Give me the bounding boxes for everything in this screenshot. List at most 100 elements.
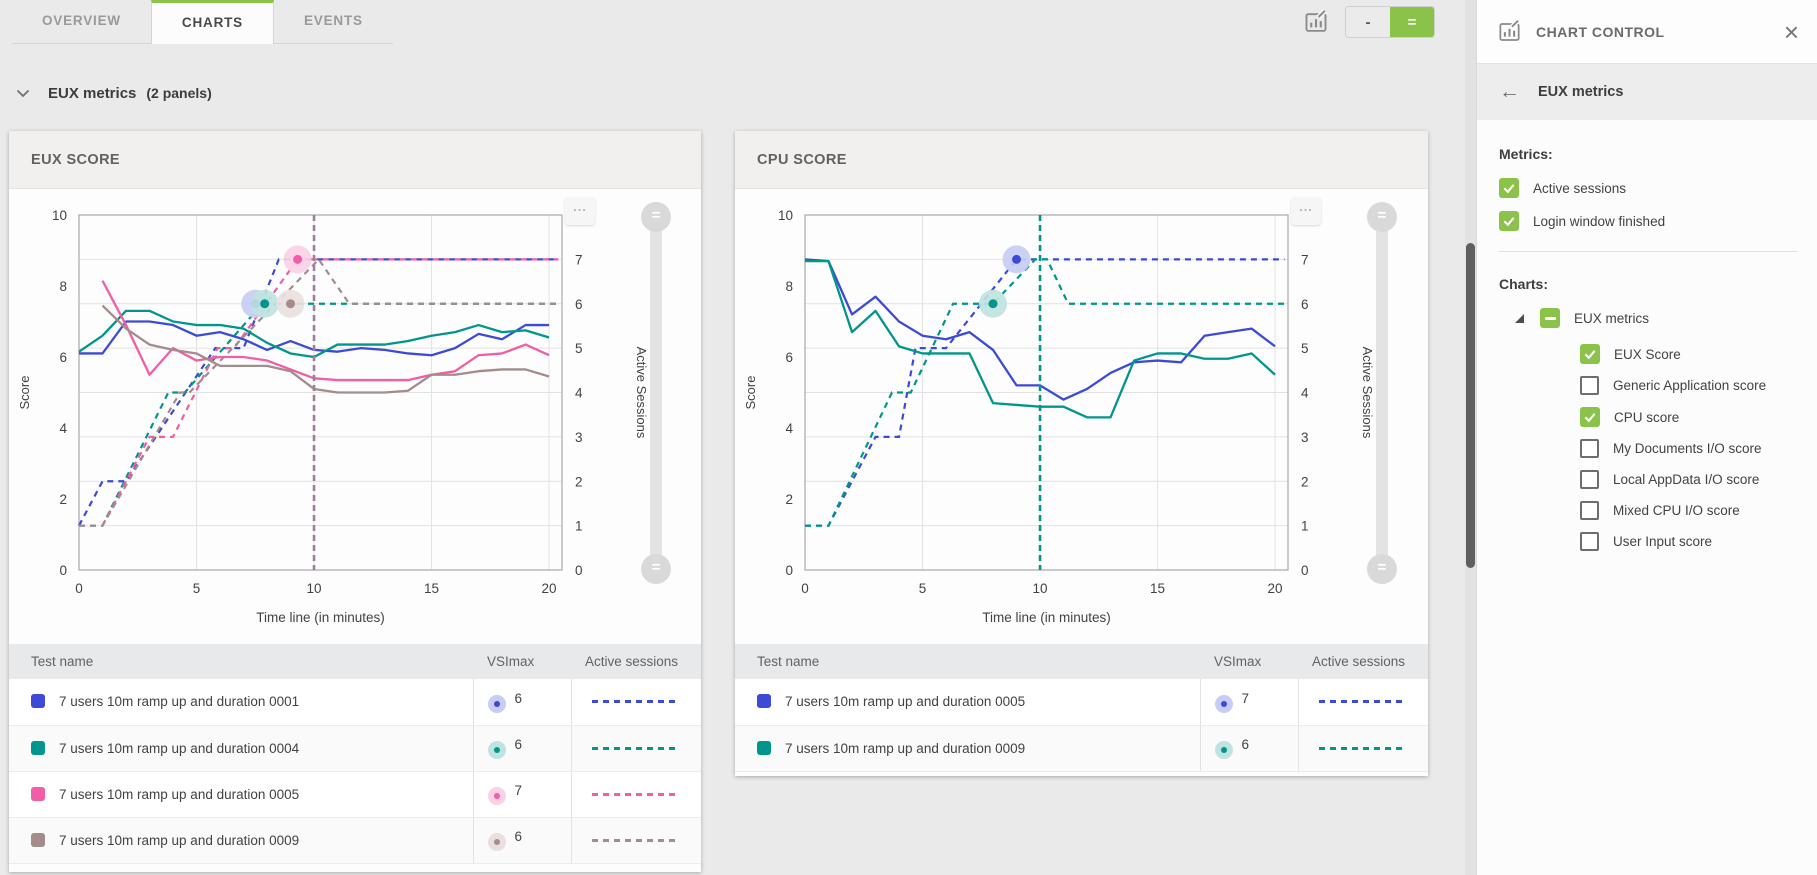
chart-mixed-cpu-i-o-score-checkbox[interactable] — [1580, 501, 1599, 520]
chart-my-documents-i-o-score[interactable]: My Documents I/O score — [1580, 439, 1797, 458]
chart-my-documents-i-o-score-checkbox[interactable] — [1580, 439, 1599, 458]
chart-more-button[interactable]: ... — [1291, 197, 1321, 225]
slider-handle-top[interactable]: = — [641, 202, 671, 232]
vsimax-value: 7 — [1242, 691, 1250, 706]
svg-text:6: 6 — [575, 297, 583, 312]
chart-cpu-score[interactable]: CPU score — [1580, 407, 1797, 427]
metric-login-window-finished-checkbox[interactable] — [1499, 211, 1519, 231]
chart-cpu-score-checkbox[interactable] — [1580, 407, 1600, 427]
scrollbar-thumb[interactable] — [1466, 243, 1475, 568]
metric-login-window-finished[interactable]: Login window finished — [1499, 211, 1797, 231]
metric-active-sessions-label: Active sessions — [1533, 181, 1626, 196]
chart-generic-application-score-checkbox[interactable] — [1580, 376, 1599, 395]
svg-text:4: 4 — [575, 386, 583, 401]
eux-metrics-checkbox[interactable] — [1540, 308, 1560, 328]
chart-more-button[interactable]: ... — [565, 197, 595, 225]
test-legend-table: Test name VSImax Active sessions 7 users… — [9, 644, 701, 864]
tab-overview[interactable]: OVERVIEW — [12, 0, 151, 44]
tab-events[interactable]: EVENTS — [274, 0, 393, 44]
test-row[interactable]: 7 users 10m ramp up and duration 00096 — [735, 725, 1428, 771]
collapse-section-button[interactable] — [16, 89, 30, 98]
test-row[interactable]: 7 users 10m ramp up and duration 0001 6 — [9, 679, 701, 725]
chart-cpu-score-label: CPU score — [1614, 410, 1679, 425]
tree-node-eux-metrics[interactable]: EUX metrics — [1515, 308, 1797, 328]
metric-active-sessions[interactable]: Active sessions — [1499, 178, 1797, 198]
test-row[interactable]: 7 users 10m ramp up and duration 00057 — [9, 771, 701, 817]
metrics-list: Active sessions Login window finished — [1499, 178, 1797, 231]
svg-text:5: 5 — [1301, 341, 1309, 356]
svg-text:7: 7 — [1301, 252, 1309, 267]
chart-local-appdata-i-o-score[interactable]: Local AppData I/O score — [1580, 470, 1797, 489]
chart-area: 051015200246810012345678ScoreActive Sess… — [735, 189, 1428, 644]
chart-panel-cpu-score: CPU SCORE 051015200246810012345678ScoreA… — [735, 131, 1428, 776]
chart-eux-score[interactable]: EUX Score — [1580, 344, 1797, 364]
test-name: 7 users 10m ramp up and duration 0004 — [59, 741, 299, 756]
svg-text:Time line (in minutes): Time line (in minutes) — [982, 610, 1111, 625]
chart-panel-header: CPU SCORE — [735, 131, 1428, 189]
slider-handle-top[interactable]: = — [1367, 202, 1397, 232]
series-color-chip — [31, 694, 45, 708]
chart-my-documents-i-o-score-label: My Documents I/O score — [1613, 441, 1762, 456]
tree-collapse-icon[interactable] — [1515, 314, 1524, 323]
svg-text:Score: Score — [743, 376, 758, 410]
svg-text:3: 3 — [1301, 430, 1309, 445]
chart-panel-eux-score: EUX SCORE 051015200246810012345678ScoreA… — [9, 131, 701, 872]
metric-login-window-finished-label: Login window finished — [1533, 214, 1665, 229]
test-legend-table: Test name VSImax Active sessions 7 users… — [735, 644, 1428, 772]
svg-text:0: 0 — [801, 581, 809, 596]
svg-text:8: 8 — [785, 279, 793, 294]
svg-text:5: 5 — [193, 581, 201, 596]
svg-text:3: 3 — [575, 430, 583, 445]
vsimax-value: 7 — [515, 783, 523, 798]
vsimax-value: 6 — [515, 737, 523, 752]
active-sessions-line-sample — [1319, 747, 1407, 750]
eux-score-chart: 051015200246810012345678ScoreActive Sess… — [9, 189, 669, 644]
chart-settings-button[interactable] — [1300, 7, 1332, 37]
col-vsimax: VSImax — [473, 644, 571, 679]
svg-text:2: 2 — [1301, 474, 1309, 489]
svg-text:Active Sessions: Active Sessions — [634, 347, 649, 439]
active-sessions-line-sample — [592, 700, 680, 703]
vsimax-value: 6 — [515, 691, 523, 706]
chart-local-appdata-i-o-score-checkbox[interactable] — [1580, 470, 1599, 489]
chart-user-input-score-checkbox[interactable] — [1580, 532, 1599, 551]
series-color-chip — [31, 833, 45, 847]
test-row[interactable]: 7 users 10m ramp up and duration 00057 — [735, 679, 1428, 725]
test-name: 7 users 10m ramp up and duration 0001 — [59, 694, 299, 709]
svg-text:10: 10 — [778, 208, 793, 223]
chart-generic-application-score[interactable]: Generic Application score — [1580, 376, 1797, 395]
svg-text:8: 8 — [59, 279, 67, 294]
slider-handle-bottom[interactable]: = — [1367, 554, 1397, 584]
test-row[interactable]: 7 users 10m ramp up and duration 00096 — [9, 817, 701, 863]
back-arrow-icon[interactable]: ← — [1499, 80, 1520, 104]
chart-eux-score-checkbox[interactable] — [1580, 344, 1600, 364]
svg-text:1: 1 — [1301, 519, 1309, 534]
table-header-row: Test name VSImax Active sessions — [735, 644, 1428, 679]
panel-title: CHART CONTROL — [1536, 24, 1784, 40]
chart-size-large-button[interactable]: = — [1390, 7, 1434, 37]
col-test-name: Test name — [735, 644, 1200, 679]
chart-user-input-score[interactable]: User Input score — [1580, 532, 1797, 551]
chart-panel-title: CPU SCORE — [757, 152, 847, 168]
active-sessions-line-sample — [592, 839, 680, 842]
section-title: EUX metrics — [48, 85, 136, 102]
slider-handle-bottom[interactable]: = — [641, 554, 671, 584]
chart-toolbar: - = — [1300, 7, 1434, 37]
svg-text:Score: Score — [17, 376, 32, 410]
chart-mixed-cpu-i-o-score[interactable]: Mixed CPU I/O score — [1580, 501, 1797, 520]
svg-text:4: 4 — [59, 421, 67, 436]
panel-body: Metrics: Active sessionsLogin window fin… — [1477, 120, 1817, 551]
svg-text:15: 15 — [1150, 581, 1165, 596]
metric-active-sessions-checkbox[interactable] — [1499, 178, 1519, 198]
main-scrollbar[interactable] — [1465, 0, 1476, 875]
chart-size-small-button[interactable]: - — [1346, 7, 1390, 37]
vsimax-marker-icon — [488, 787, 506, 805]
main-content: OVERVIEW CHARTS EVENTS - = EUX metrics — [0, 0, 1465, 875]
test-row[interactable]: 7 users 10m ramp up and duration 0004 6 — [9, 725, 701, 771]
active-sessions-line-sample — [592, 793, 680, 796]
vsimax-value: 6 — [515, 829, 523, 844]
tab-charts[interactable]: CHARTS — [151, 0, 274, 44]
charts-label: Charts: — [1499, 276, 1797, 292]
close-icon[interactable]: × — [1784, 22, 1799, 42]
svg-text:10: 10 — [307, 581, 322, 596]
